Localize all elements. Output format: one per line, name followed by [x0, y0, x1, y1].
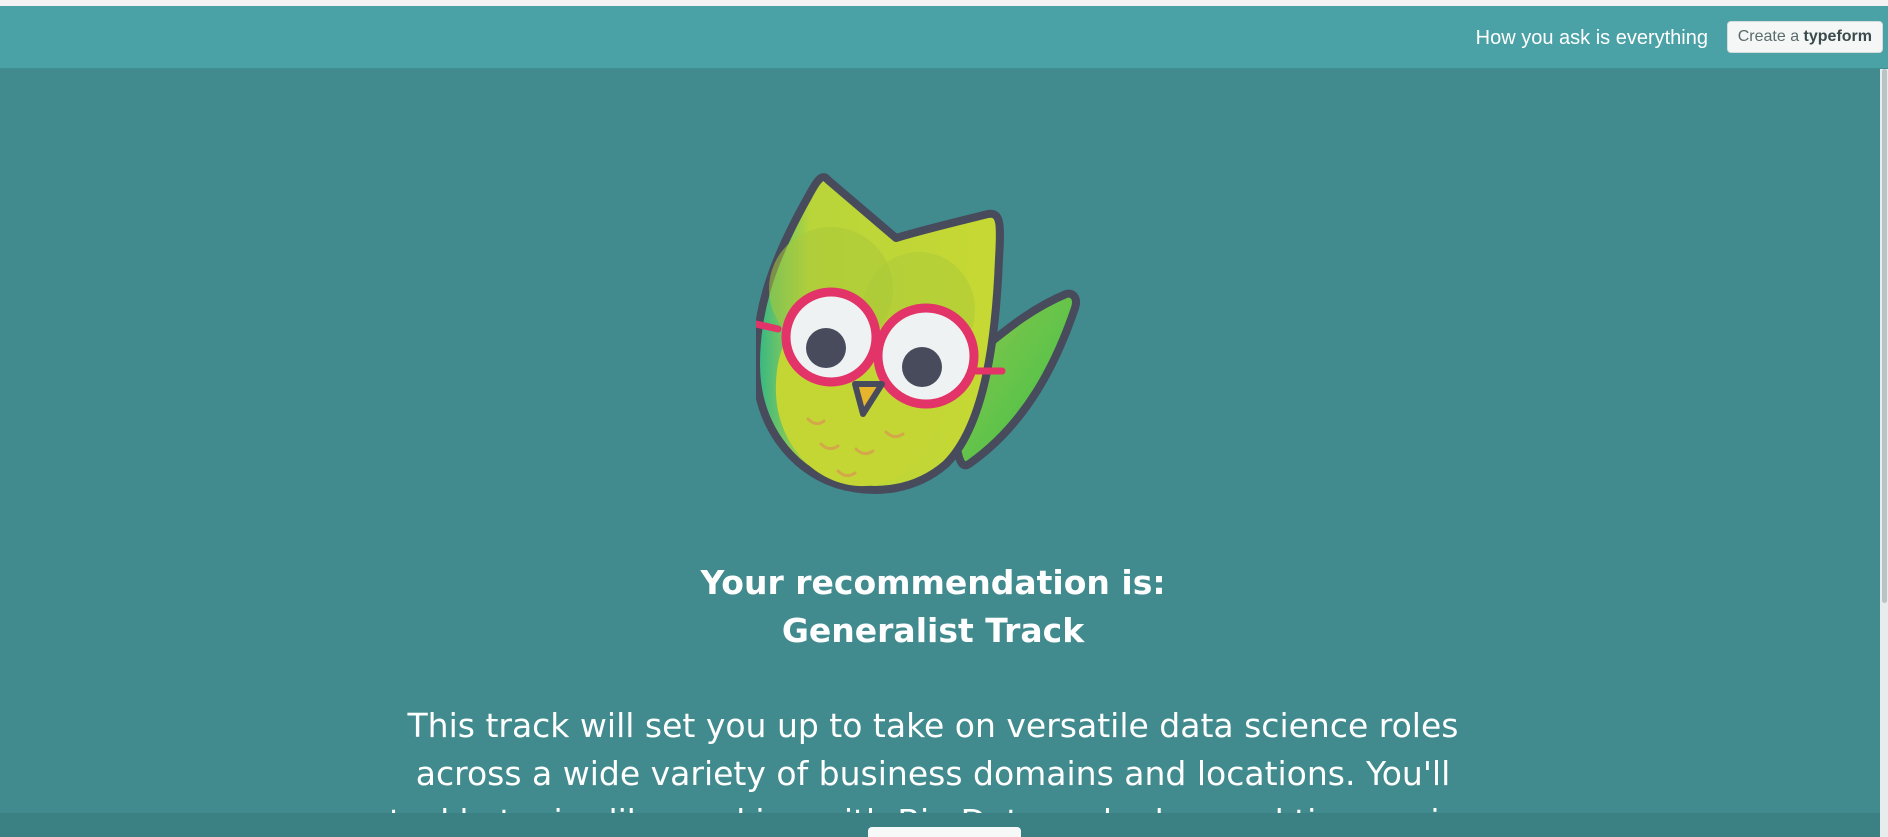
- typeform-header: How you ask is everything Create a typef…: [0, 6, 1888, 69]
- scrollbar-thumb[interactable]: [1882, 69, 1887, 603]
- bottom-action-button[interactable]: [868, 827, 1021, 837]
- typeform-page: How you ask is everything Create a typef…: [0, 0, 1888, 837]
- create-button-brand: typeform: [1803, 28, 1872, 45]
- result-screen: Your recommendation is: Generalist Track…: [0, 69, 1880, 837]
- create-typeform-button[interactable]: Create a typeform: [1726, 21, 1883, 53]
- tagline-text: How you ask is everything: [1475, 27, 1708, 49]
- vertical-scrollbar[interactable]: [1880, 69, 1888, 837]
- owl-mascot-icon: [756, 173, 1080, 494]
- recommendation-label: Your recommendation is:: [700, 563, 1166, 602]
- create-button-prefix: Create a: [1737, 28, 1800, 45]
- recommended-track-title: Generalist Track: [781, 611, 1085, 650]
